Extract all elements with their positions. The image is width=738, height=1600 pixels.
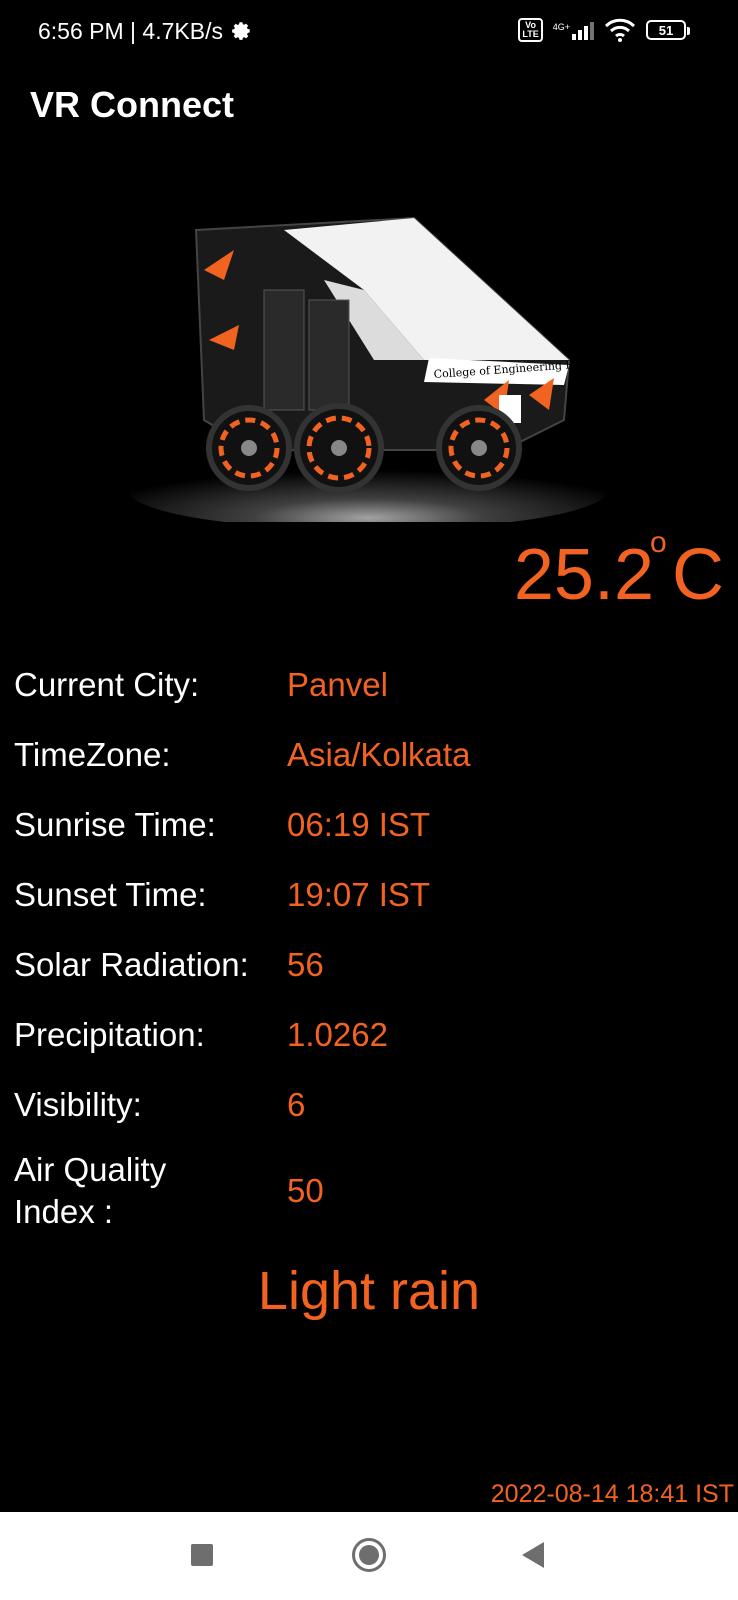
info-value: 1.0262 <box>287 1016 388 1053</box>
wheel <box>294 403 384 493</box>
wifi-icon <box>604 18 636 42</box>
vehicle-image: College of Engineering Pune <box>124 210 612 522</box>
info-row-precipitation: Precipitation: 1.0262 <box>14 1000 714 1070</box>
network-type: 4G+ <box>552 22 570 32</box>
info-value: 19:07 IST <box>287 876 431 913</box>
info-value: 06:19 IST <box>287 806 431 843</box>
info-row-visibility: Visibility: 6 <box>14 1070 714 1140</box>
degree-symbol: o <box>650 526 667 559</box>
status-right: Vo LTE 4G+ 51 <box>518 18 690 42</box>
info-label: Precipitation: <box>14 1016 205 1053</box>
info-value: Panvel <box>287 666 388 703</box>
info-label: TimeZone: <box>14 736 171 773</box>
info-row-city: Current City: Panvel <box>14 650 714 720</box>
battery-icon: 51 <box>646 20 690 40</box>
settings-gear-icon <box>232 21 250 40</box>
status-left: 6:56 PM | 4.7KB/s <box>38 18 253 45</box>
info-row-sunrise: Sunrise Time: 06:19 IST <box>14 790 714 860</box>
app-title: VR Connect <box>30 84 235 125</box>
info-row-timezone: TimeZone: Asia/Kolkata <box>14 720 714 790</box>
weather-condition: Light rain <box>257 1261 481 1321</box>
info-value: Asia/Kolkata <box>287 736 471 773</box>
info-label: Sunset Time: <box>14 876 207 913</box>
temperature-value: 25.2 <box>513 535 654 615</box>
cellular-signal-icon: 4G+ <box>553 20 594 40</box>
wheel <box>206 405 292 491</box>
status-bar: 6:56 PM | 4.7KB/s Vo LTE 4G+ 51 <box>0 0 738 64</box>
info-row-sunset: Sunset Time: 19:07 IST <box>14 860 714 930</box>
last-updated-timestamp: 2022-08-14 18:41 IST <box>490 1480 734 1508</box>
temperature-display: 25.2 o C <box>513 526 724 620</box>
info-label: Solar Radiation: <box>14 946 249 983</box>
info-label: Sunrise Time: <box>14 806 216 843</box>
home-icon <box>359 1545 379 1565</box>
weather-info-table: Current City: Panvel TimeZone: Asia/Kolk… <box>14 650 714 1242</box>
system-nav-bar <box>0 1512 738 1600</box>
info-row-aqi: Air Quality Index : 50 <box>14 1140 714 1242</box>
recent-apps-button[interactable] <box>191 1544 213 1566</box>
info-value: 6 <box>287 1086 306 1123</box>
info-label: Current City: <box>14 666 200 703</box>
wheel <box>436 405 522 491</box>
info-label: Visibility: <box>14 1086 142 1123</box>
info-value: 50 <box>287 1172 324 1209</box>
home-button[interactable] <box>352 1538 386 1572</box>
info-value: 56 <box>287 946 324 983</box>
status-time: 6:56 PM | 4.7KB/s <box>38 18 223 44</box>
back-button[interactable] <box>522 1542 544 1568</box>
temperature-unit: C <box>672 535 724 615</box>
volte-icon: Vo LTE <box>518 18 543 42</box>
info-row-solar-radiation: Solar Radiation: 56 <box>14 930 714 1000</box>
info-label: Air Quality Index : <box>14 1151 167 1230</box>
battery-level: 51 <box>658 22 674 38</box>
